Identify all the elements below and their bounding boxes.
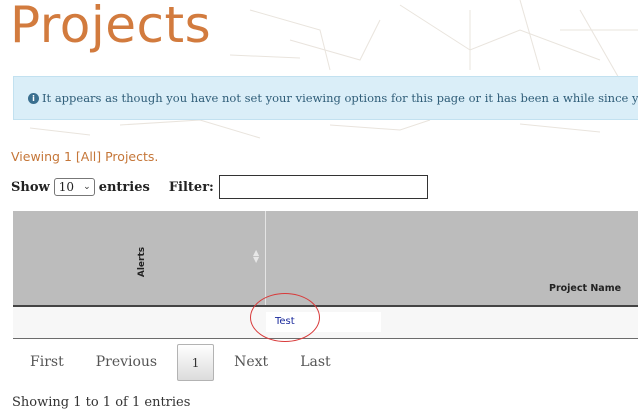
pagination-last[interactable]: Last [284,343,346,381]
filter-input[interactable] [218,175,428,199]
filter-label: Filter: [168,179,214,195]
pagination-first[interactable]: First [14,343,80,381]
page: Projects i It appears as though you have… [0,0,638,413]
pagination-next[interactable]: Next [218,343,284,381]
viewing-summary: Viewing 1 [All] Projects. [11,149,159,164]
column-header-alerts[interactable]: Alerts [137,242,147,282]
entries-info: Showing 1 to 1 of 1 entries [12,395,191,410]
table-row: Test [13,307,638,339]
pagination-previous[interactable]: Previous [80,343,173,381]
table-controls: Show 10 ⌄ entries Filter: [11,175,428,199]
page-size-select[interactable]: 10 ⌄ [53,178,95,196]
viewing-options-alert: i It appears as though you have not set … [13,76,638,120]
column-divider [265,211,266,305]
page-title: Projects [10,0,212,54]
entries-label: entries [98,179,150,195]
page-size-value: 10 [58,180,74,194]
chevron-down-icon: ⌄ [83,182,91,192]
column-header-project-name[interactable]: Project Name [549,283,621,294]
sort-both-icon[interactable]: ▲ ▼ [253,249,259,264]
show-label: Show [11,179,50,195]
pagination: First Previous 1 Next Last [14,343,347,381]
annotation-circle [250,293,320,342]
alert-text: It appears as though you have not set yo… [42,91,638,105]
info-circle-icon: i [28,92,39,104]
table-header: Alerts ▲ ▼ Project Name [13,211,638,305]
pagination-current-page[interactable]: 1 [177,343,215,381]
